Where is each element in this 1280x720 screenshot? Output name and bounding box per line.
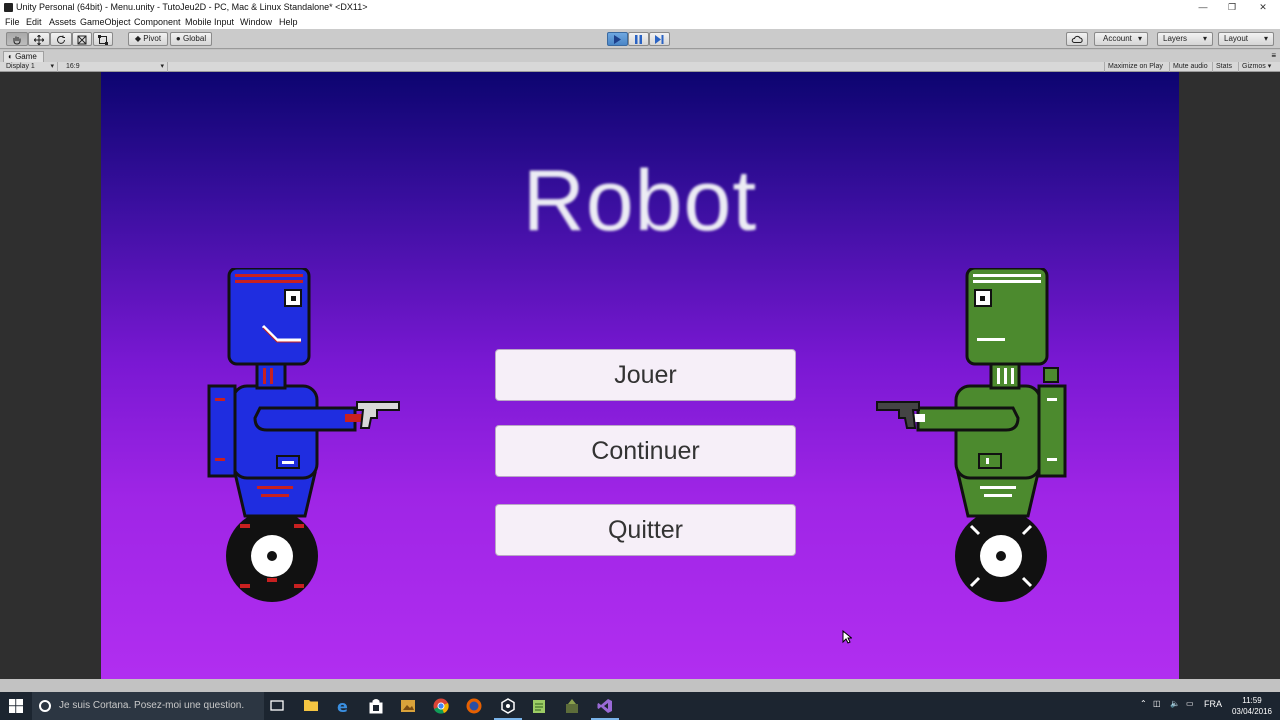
maximize-on-play-toggle[interactable]: Maximize on Play: [1104, 62, 1166, 72]
clock-date: 03/04/2016: [1231, 707, 1272, 716]
aspect-dropdown[interactable]: 16:9 ▾: [62, 62, 168, 72]
file-explorer-icon[interactable]: [303, 698, 319, 714]
rotate-tool-icon[interactable]: [50, 32, 72, 46]
chevron-down-icon: ▾: [50, 63, 54, 70]
notepad-icon[interactable]: [531, 698, 547, 714]
cloud-icon[interactable]: [1066, 32, 1088, 46]
windows-logo-icon: [9, 699, 23, 713]
display-label: Display 1: [6, 63, 35, 70]
menu-help[interactable]: Help: [279, 17, 298, 27]
layout-label: Layout: [1224, 34, 1249, 43]
global-label: Global: [182, 34, 207, 43]
menu-file[interactable]: File: [5, 17, 20, 27]
windows-taskbar: Je suis Cortana. Posez-moi une question.…: [0, 692, 1280, 720]
chevron-down-icon: ▾: [1263, 34, 1268, 43]
battery-icon[interactable]: ▭: [1186, 699, 1194, 708]
chevron-down-icon: ▾: [1137, 34, 1142, 43]
game-view-icon: ◐: [8, 52, 13, 61]
menu-window[interactable]: Window: [240, 17, 272, 27]
chevron-down-icon: ▾: [1202, 34, 1207, 43]
pivot-icon: ◆: [134, 34, 142, 43]
close-icon[interactable]: ✕: [1246, 0, 1280, 15]
task-view-icon[interactable]: [270, 698, 286, 714]
photos-icon[interactable]: [400, 698, 416, 714]
game-view-tabbar: ◐ Game ≡: [0, 50, 1280, 62]
rect-tool-icon[interactable]: [93, 32, 113, 46]
visual-studio-icon[interactable]: [591, 698, 619, 720]
step-button[interactable]: [649, 32, 670, 46]
start-button[interactable]: [0, 692, 32, 720]
tab-game[interactable]: ◐ Game: [3, 51, 44, 62]
play-game-button[interactable]: Jouer: [495, 349, 796, 401]
global-toggle[interactable]: ● Global: [170, 32, 212, 46]
gizmos-dropdown[interactable]: Gizmos ▾: [1238, 62, 1280, 72]
menu-assets[interactable]: Assets: [49, 17, 76, 27]
game-canvas: Robot Jouer Continuer Quitter: [101, 72, 1179, 679]
chevron-up-icon[interactable]: ⌃: [1140, 699, 1147, 708]
main-toolbar: ◆ Pivot ● Global Account ▾ Layers ▾ Layo…: [0, 29, 1280, 49]
pivot-label: Pivot: [143, 34, 162, 43]
volume-icon[interactable]: 🔈: [1170, 699, 1180, 708]
unity-icon: [4, 3, 13, 12]
account-dropdown[interactable]: Account ▾: [1094, 32, 1148, 46]
stats-toggle[interactable]: Stats: [1212, 62, 1235, 72]
pause-button[interactable]: [628, 32, 649, 46]
green-robot-sprite: [876, 268, 1067, 602]
search-placeholder: Je suis Cortana. Posez-moi une question.: [59, 700, 245, 711]
network-icon[interactable]: ◫: [1153, 699, 1161, 708]
play-icon: [614, 35, 621, 44]
cortana-icon: [39, 700, 51, 712]
layout-dropdown[interactable]: Layout ▾: [1218, 32, 1274, 46]
gizmos-label: Gizmos: [1242, 63, 1266, 70]
taskbar-clock[interactable]: 11:59 03/04/2016: [1232, 695, 1272, 717]
menu-bar: File Edit Assets GameObject Component Mo…: [0, 15, 1280, 29]
globe-icon: ●: [175, 34, 181, 43]
panel-menu-icon[interactable]: ≡: [1271, 51, 1276, 60]
menu-gameobject[interactable]: GameObject: [80, 17, 131, 27]
display-dropdown[interactable]: Display 1 ▾: [2, 62, 58, 72]
svg-text:e: e: [337, 698, 348, 714]
move-tool-icon[interactable]: [28, 32, 50, 46]
unity-taskbar-icon[interactable]: [494, 698, 522, 720]
store-icon[interactable]: [368, 698, 384, 714]
step-icon: [655, 35, 664, 44]
game-view-toolbar: Display 1 ▾ 16:9 ▾ Maximize on Play Mute…: [0, 62, 1280, 72]
hand-tool-icon[interactable]: [6, 32, 28, 46]
restore-icon[interactable]: ❐: [1215, 0, 1249, 15]
pivot-toggle[interactable]: ◆ Pivot: [128, 32, 168, 46]
game-title: Robot: [522, 153, 758, 249]
quit-button[interactable]: Quitter: [495, 504, 796, 556]
firefox-icon[interactable]: [466, 698, 482, 714]
edge-browser-icon[interactable]: e: [336, 697, 352, 716]
layers-label: Layers: [1163, 34, 1188, 43]
tab-game-label: Game: [15, 52, 37, 61]
play-button[interactable]: [607, 32, 628, 46]
menu-component[interactable]: Component: [134, 17, 181, 27]
mouse-cursor-icon: [842, 630, 852, 644]
mute-audio-toggle[interactable]: Mute audio: [1169, 62, 1211, 72]
window-title-bar: Unity Personal (64bit) - Menu.unity - Tu…: [0, 0, 1280, 15]
menu-mobile-input[interactable]: Mobile Input: [185, 17, 234, 27]
clock-time: 11:59: [1242, 696, 1262, 705]
chevron-down-icon: ▾: [160, 63, 164, 70]
pause-icon: [635, 35, 642, 44]
blue-robot-sprite: [207, 268, 400, 602]
cortana-search-box[interactable]: Je suis Cortana. Posez-moi une question.: [32, 692, 264, 720]
editor-bottom-strip: [0, 679, 1280, 692]
scale-tool-icon[interactable]: [72, 32, 92, 46]
menu-edit[interactable]: Edit: [26, 17, 42, 27]
account-label: Account: [1103, 34, 1132, 43]
continue-button[interactable]: Continuer: [495, 425, 796, 477]
chevron-down-icon: ▾: [1267, 63, 1272, 70]
language-indicator[interactable]: FRA: [1204, 699, 1222, 709]
aspect-label: 16:9: [66, 63, 80, 70]
chrome-icon[interactable]: [433, 698, 449, 714]
app-icon[interactable]: [564, 698, 580, 714]
window-title: Unity Personal (64bit) - Menu.unity - Tu…: [16, 2, 368, 12]
layers-dropdown[interactable]: Layers ▾: [1157, 32, 1213, 46]
